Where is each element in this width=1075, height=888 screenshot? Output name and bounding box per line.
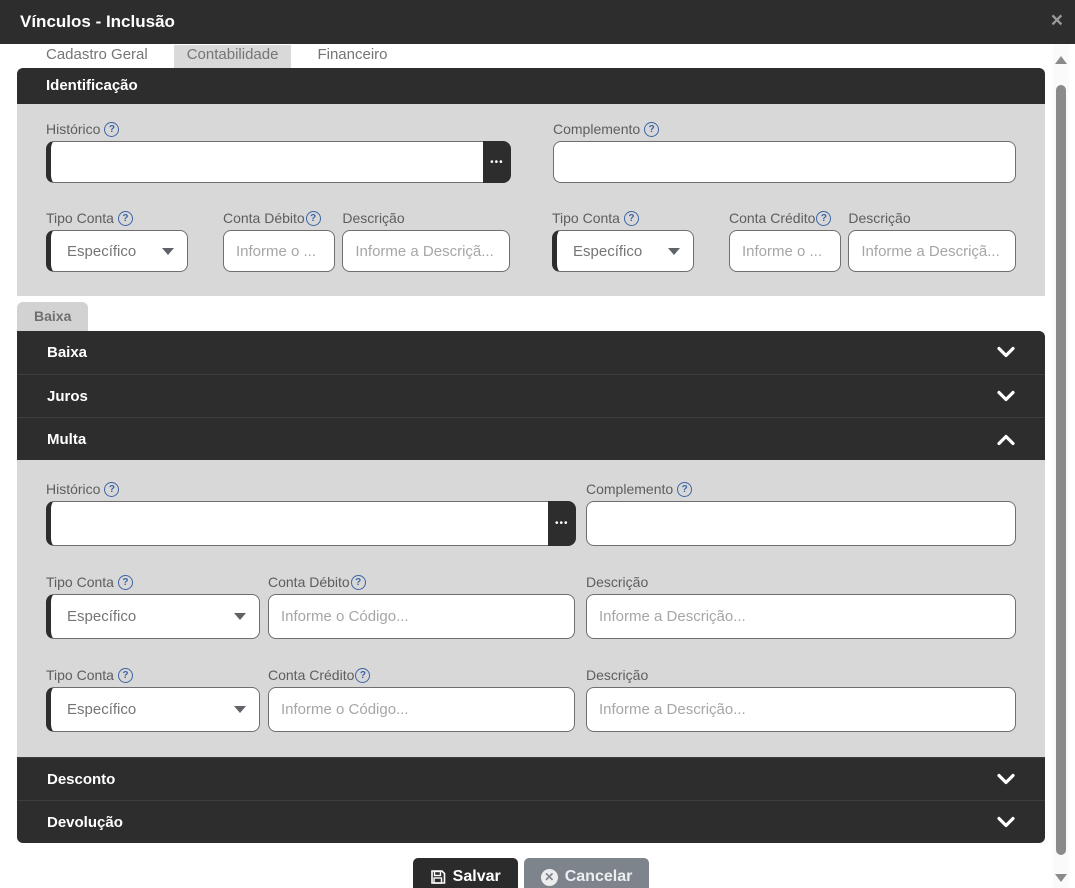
descricao-label: Descrição bbox=[586, 667, 649, 683]
help-icon[interactable]: ? bbox=[644, 121, 660, 137]
accordion-header-multa[interactable]: Multa bbox=[17, 417, 1045, 460]
tab-baixa[interactable]: Baixa bbox=[17, 302, 89, 331]
chevron-up-icon bbox=[997, 433, 1015, 446]
tipo-conta-credito-select[interactable]: Específico bbox=[552, 230, 694, 272]
tipo-conta-label: Tipo Conta bbox=[46, 667, 114, 683]
conta-debito-input[interactable] bbox=[222, 230, 336, 272]
modal-titlebar: Vínculos - Inclusão × bbox=[0, 0, 1075, 44]
tabstrip: Cadastro Geral Contabilidade Financeiro bbox=[33, 45, 1075, 68]
chevron-down-icon bbox=[667, 247, 680, 255]
accordion-header-desconto[interactable]: Desconto bbox=[17, 757, 1045, 800]
lookup-ellipsis-button[interactable]: ••• bbox=[482, 141, 511, 183]
tab-contabilidade[interactable]: Contabilidade bbox=[173, 45, 292, 68]
descricao-credito-input[interactable] bbox=[848, 230, 1016, 272]
multa-historico-input[interactable] bbox=[46, 501, 548, 546]
lookup-ellipsis-button[interactable]: ••• bbox=[547, 501, 576, 546]
tipo-conta-label: Tipo Conta bbox=[46, 574, 114, 590]
help-icon[interactable]: ? bbox=[355, 667, 371, 683]
multa-tipo-conta-debito-select[interactable]: Específico bbox=[46, 594, 260, 639]
chevron-down-icon bbox=[997, 816, 1015, 829]
complemento-input[interactable] bbox=[553, 141, 1016, 183]
tipo-conta-debito-select[interactable]: Específico bbox=[46, 230, 188, 272]
chevron-down-icon bbox=[997, 390, 1015, 403]
complemento-label: Complemento bbox=[553, 121, 641, 137]
complemento-label: Complemento bbox=[586, 481, 674, 497]
help-icon[interactable]: ? bbox=[305, 210, 321, 226]
multa-conta-debito-input[interactable] bbox=[268, 594, 575, 639]
cancel-x-icon: ✕ bbox=[540, 868, 558, 886]
descricao-label: Descrição bbox=[342, 210, 405, 226]
tipo-conta-label: Tipo Conta bbox=[46, 210, 114, 226]
save-button[interactable]: Salvar bbox=[412, 858, 518, 888]
save-icon bbox=[430, 869, 446, 885]
historico-label: Histórico bbox=[46, 121, 101, 137]
tab-financeiro[interactable]: Financeiro bbox=[304, 45, 400, 68]
conta-credito-label: Conta Crédito bbox=[268, 667, 355, 683]
help-icon[interactable]: ? bbox=[104, 121, 120, 137]
scrollbar-thumb[interactable] bbox=[1056, 85, 1066, 855]
tipo-conta-selected: Específico bbox=[67, 608, 137, 625]
help-icon[interactable]: ? bbox=[350, 574, 366, 590]
footer: Salvar ✕ Cancelar bbox=[17, 843, 1045, 888]
multa-descricao-debito-input[interactable] bbox=[586, 594, 1016, 639]
historico-input[interactable] bbox=[46, 141, 483, 183]
conta-credito-label: Conta Crédito bbox=[728, 210, 816, 226]
chevron-down-icon bbox=[234, 613, 246, 620]
identificacao-body: Histórico ? ••• Complemento ? Tipo Conta… bbox=[17, 104, 1045, 296]
help-icon[interactable]: ? bbox=[117, 210, 133, 226]
cancel-button[interactable]: ✕ Cancelar bbox=[523, 858, 650, 888]
chevron-down-icon bbox=[997, 773, 1015, 786]
help-icon[interactable]: ? bbox=[104, 481, 120, 497]
tipo-conta-label: Tipo Conta bbox=[552, 210, 620, 226]
descricao-debito-input[interactable] bbox=[342, 230, 510, 272]
accordion-header-juros[interactable]: Juros bbox=[17, 374, 1045, 417]
conta-credito-input[interactable] bbox=[728, 230, 842, 272]
multa-conta-credito-input[interactable] bbox=[268, 687, 575, 732]
multa-descricao-credito-input[interactable] bbox=[586, 687, 1016, 732]
scroll-down-arrow-icon[interactable] bbox=[1055, 874, 1067, 882]
chevron-down-icon bbox=[997, 346, 1015, 359]
descricao-label: Descrição bbox=[586, 574, 649, 590]
close-icon[interactable]: × bbox=[1051, 10, 1063, 32]
accordion: Baixa Juros Multa Histórico ? ••• Comple… bbox=[17, 331, 1045, 843]
conta-debito-label: Conta Débito bbox=[222, 210, 305, 226]
help-icon[interactable]: ? bbox=[117, 667, 133, 683]
accordion-header-devolucao[interactable]: Devolução bbox=[17, 800, 1045, 843]
modal-title: Vínculos - Inclusão bbox=[20, 12, 175, 31]
help-icon[interactable]: ? bbox=[117, 574, 133, 590]
accordion-header-baixa[interactable]: Baixa bbox=[17, 331, 1045, 374]
multa-tipo-conta-credito-select[interactable]: Específico bbox=[46, 687, 260, 732]
identificacao-header: Identificação bbox=[17, 68, 1045, 104]
multa-panel: Histórico ? ••• Complemento ? Tipo Conta… bbox=[17, 460, 1045, 757]
tipo-conta-selected: Específico bbox=[67, 701, 137, 718]
tipo-conta-selected: Específico bbox=[67, 242, 137, 260]
tipo-conta-selected: Específico bbox=[573, 242, 643, 260]
descricao-label: Descrição bbox=[848, 210, 911, 226]
chevron-down-icon bbox=[234, 706, 246, 713]
help-icon[interactable]: ? bbox=[623, 210, 639, 226]
tab-cadastro-geral[interactable]: Cadastro Geral bbox=[33, 45, 161, 68]
conta-debito-label: Conta Débito bbox=[268, 574, 350, 590]
historico-label: Histórico bbox=[46, 481, 101, 497]
vertical-scrollbar[interactable] bbox=[1053, 44, 1069, 888]
scroll-up-arrow-icon[interactable] bbox=[1055, 56, 1067, 64]
chevron-down-icon bbox=[161, 247, 174, 255]
help-icon[interactable]: ? bbox=[677, 481, 693, 497]
multa-complemento-input[interactable] bbox=[586, 501, 1016, 546]
help-icon[interactable]: ? bbox=[816, 210, 832, 226]
